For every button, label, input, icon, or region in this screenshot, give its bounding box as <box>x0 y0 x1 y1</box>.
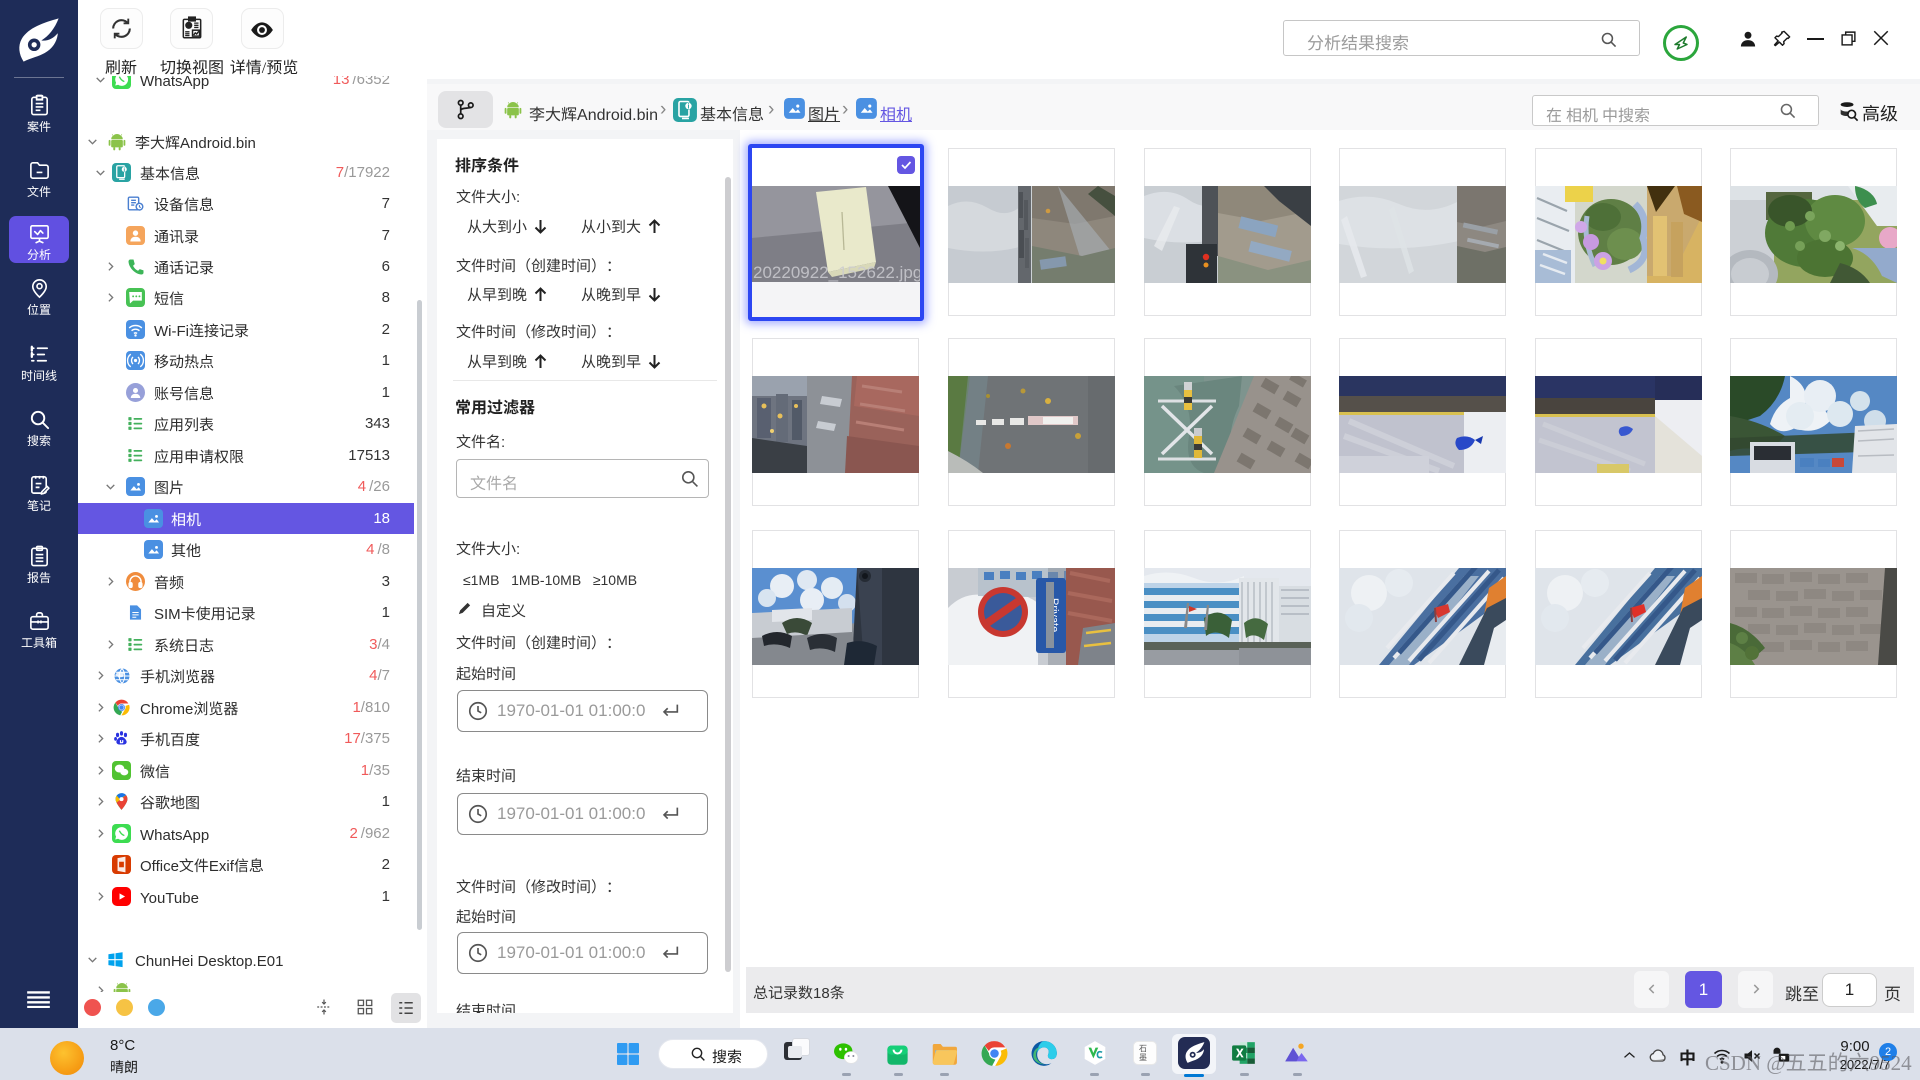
svg-text:i: i <box>687 104 689 111</box>
svg-text:20220922_152622.jpg: 20220922_152622.jpg <box>753 263 920 282</box>
